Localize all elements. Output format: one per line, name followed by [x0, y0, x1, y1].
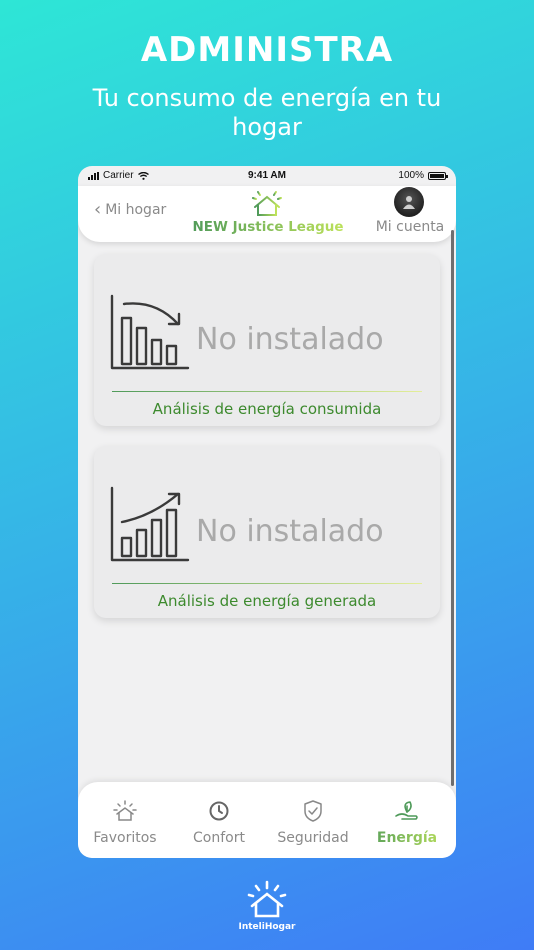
tab-label: Favoritos — [93, 830, 157, 846]
user-photo-icon — [403, 196, 415, 209]
tab-bar: Favoritos Confort Seguridad Energía — [78, 782, 456, 858]
sun-house-icon — [113, 800, 137, 821]
account-link[interactable]: Mi cuenta — [368, 219, 452, 235]
avatar[interactable] — [394, 187, 424, 217]
home-logo-icon — [252, 188, 282, 216]
energy-generated-card[interactable]: No instalado Análisis de energía generad… — [94, 446, 440, 618]
brand-name: InteliHogar — [238, 922, 296, 932]
tab-confort[interactable]: Confort — [172, 798, 266, 846]
phone-screen: Carrier 9:41 AM 100% ‹ Mi hogar NEW Just… — [78, 166, 456, 858]
tab-label: Seguridad — [277, 830, 349, 846]
brand-logo: InteliHogar — [232, 880, 302, 932]
scrollbar[interactable] — [451, 230, 454, 786]
brand-house-icon — [247, 880, 287, 918]
card-status: No instalado — [196, 322, 384, 357]
card-divider — [112, 583, 422, 584]
tab-favoritos[interactable]: Favoritos — [78, 798, 172, 846]
battery-icon — [428, 171, 448, 180]
card-divider — [112, 391, 422, 392]
card-status: No instalado — [196, 514, 384, 549]
energy-consumed-card[interactable]: No instalado Análisis de energía consumi… — [94, 254, 440, 426]
promo-headline: ADMINISTRA — [140, 30, 394, 70]
promo-subline: Tu consumo de energía en tu hogar — [92, 84, 442, 141]
chart-up-icon — [110, 486, 190, 562]
tab-label: Confort — [193, 830, 245, 846]
status-bar: Carrier 9:41 AM 100% — [78, 166, 456, 186]
back-label: Mi hogar — [105, 202, 167, 218]
tab-seguridad[interactable]: Seguridad — [266, 798, 360, 846]
clock-icon — [209, 801, 229, 821]
tab-label: Energía — [360, 830, 454, 846]
status-right: 100% — [398, 170, 448, 181]
shield-icon — [304, 800, 322, 822]
leaf-hand-icon — [395, 801, 418, 820]
back-button[interactable]: ‹ Mi hogar — [94, 199, 167, 220]
home-name[interactable]: NEW Justice League — [188, 219, 348, 235]
card-caption[interactable]: Análisis de energía generada — [94, 592, 440, 610]
chevron-left-icon: ‹ — [94, 199, 102, 220]
app-header: ‹ Mi hogar NEW Justice League Mi cuenta — [78, 186, 456, 242]
card-caption[interactable]: Análisis de energía consumida — [94, 400, 440, 418]
chart-down-icon — [110, 294, 190, 370]
battery-percent: 100% — [398, 170, 424, 181]
tab-energia[interactable]: Energía — [360, 798, 454, 846]
